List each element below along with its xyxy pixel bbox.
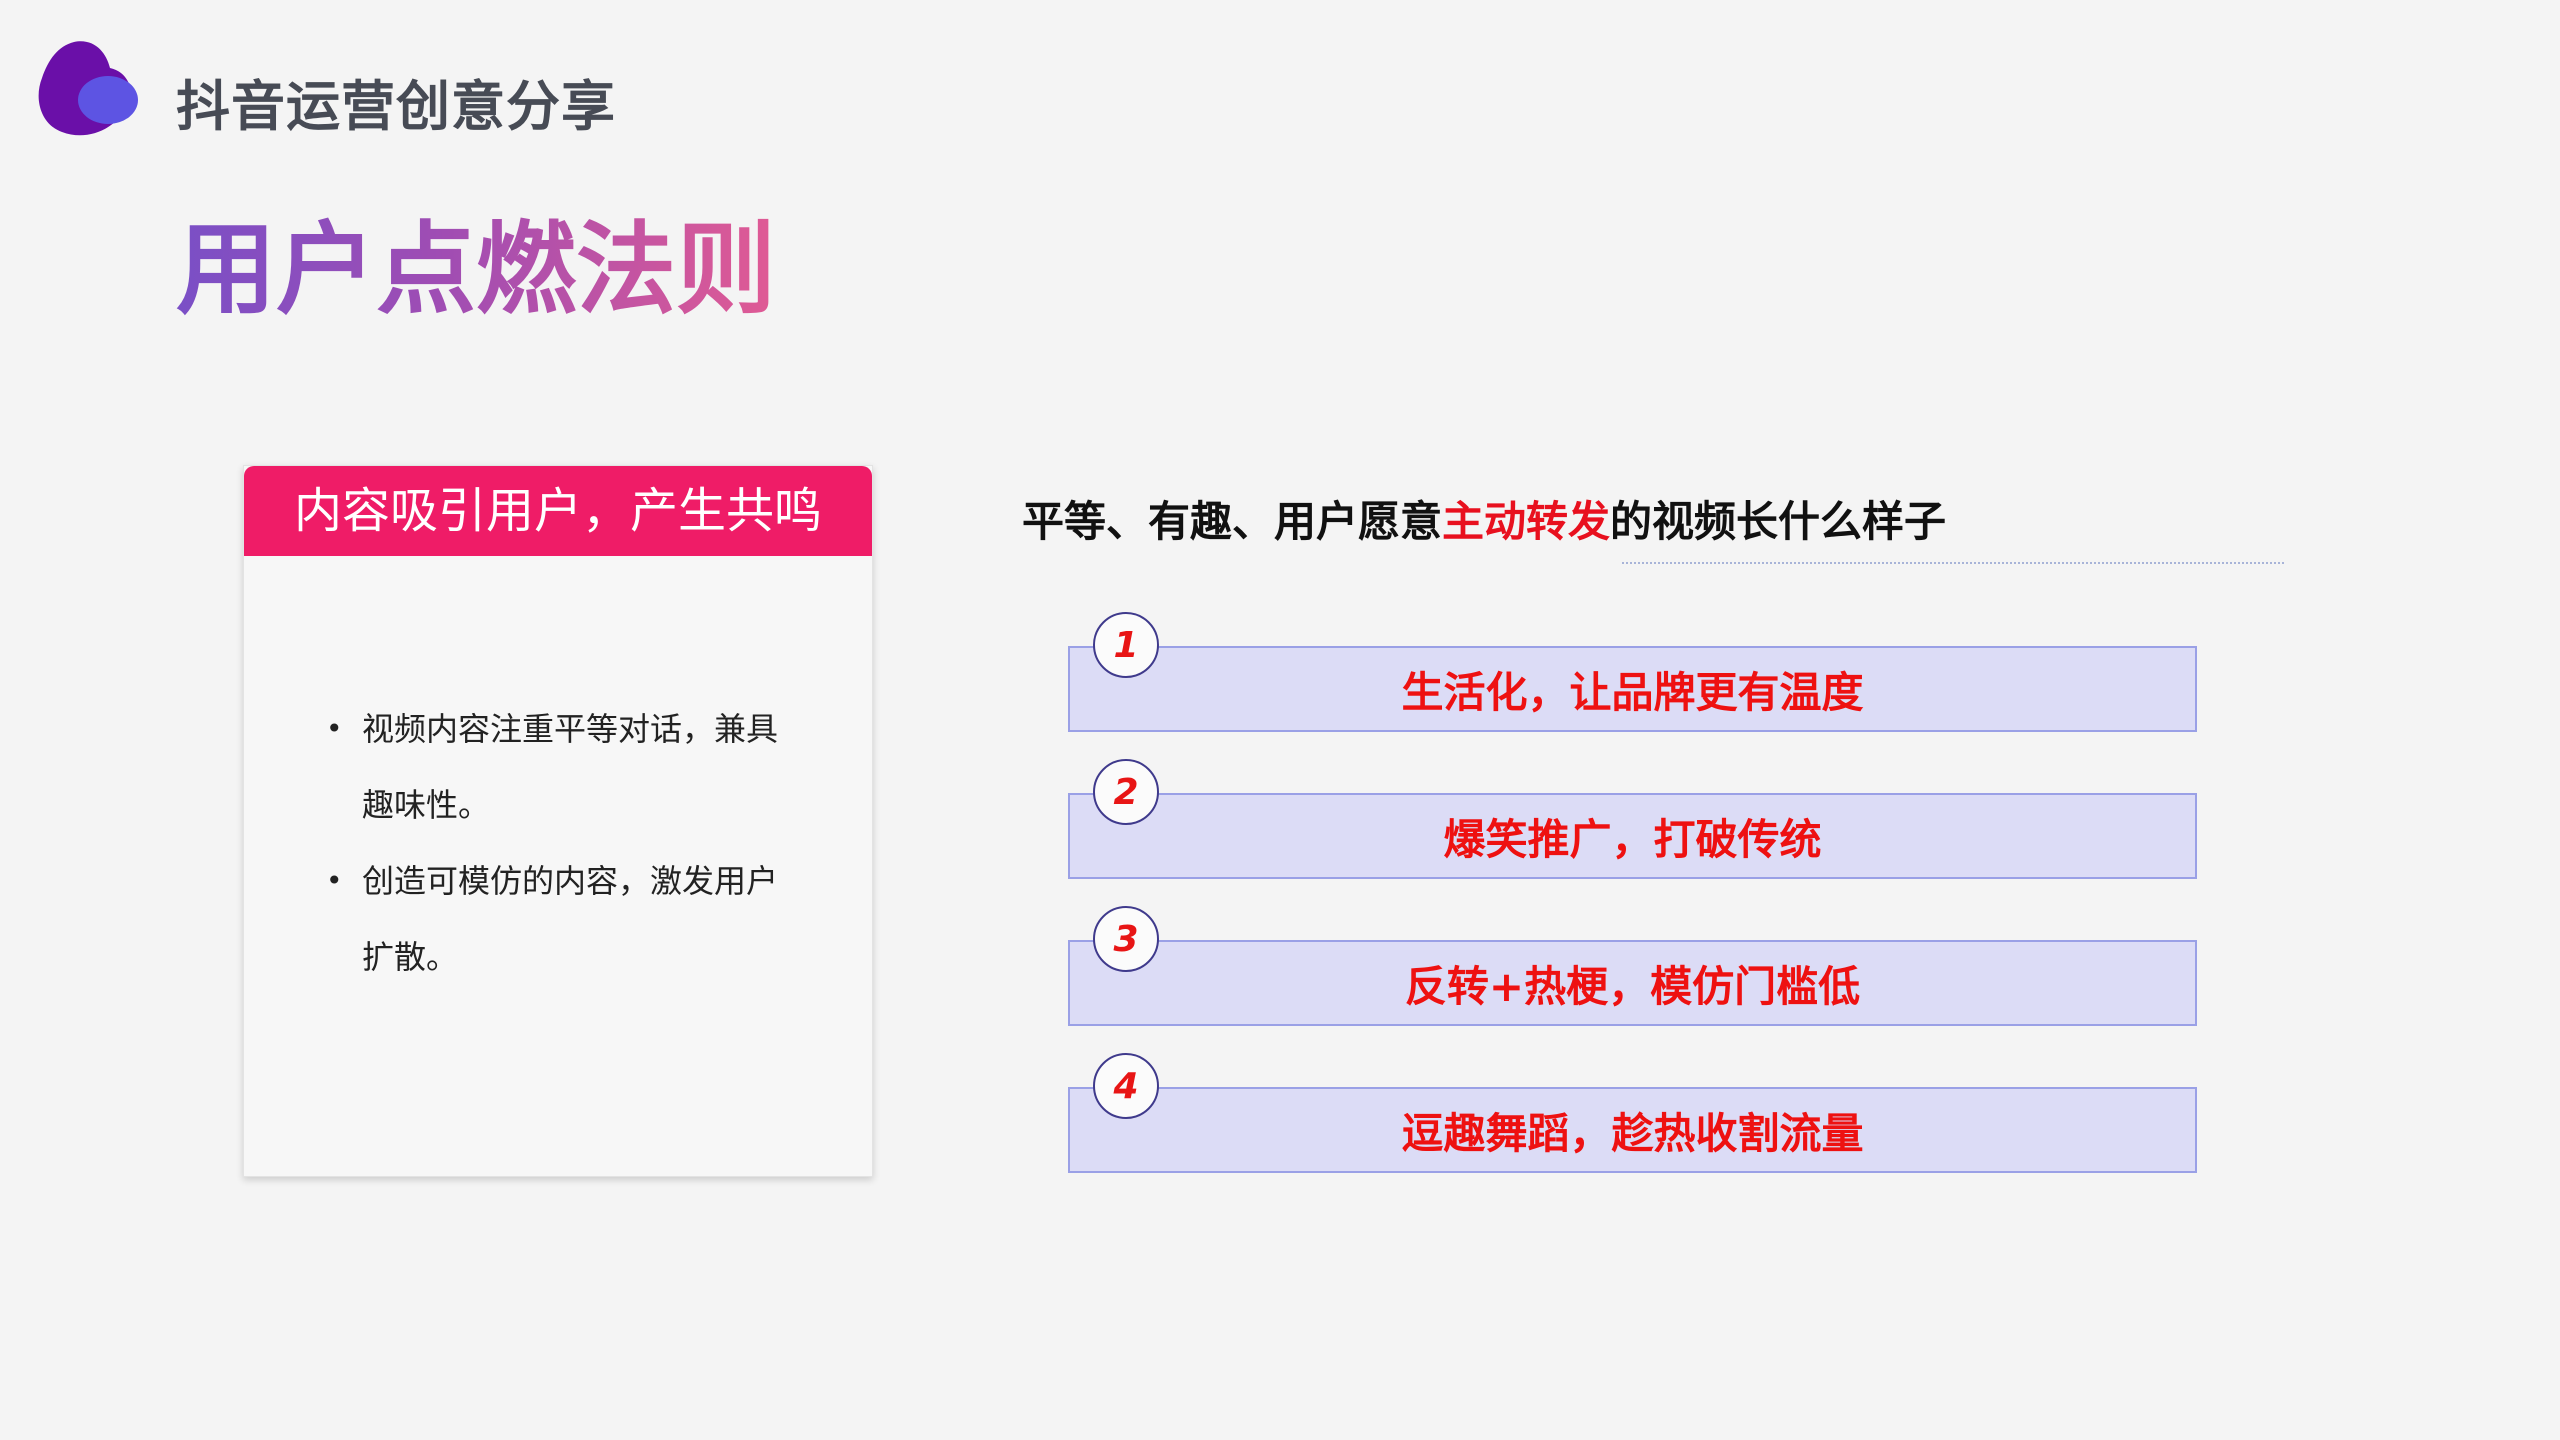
number-badge: 3 [1093, 906, 1159, 972]
bullet-list: • 视频内容注重平等对话，兼具 趣味性。 • 创造可模仿的内容，激发用户 扩散。 [326, 691, 816, 995]
list-item: 生活化，让品牌更有温度 [1068, 646, 2197, 732]
bullet-text-cont: 扩散。 [362, 938, 459, 976]
page-title: 用户点燃法则 [176, 208, 776, 332]
number-badge: 4 [1093, 1053, 1159, 1119]
item-label: 逗趣舞蹈，趁热收割流量 [1401, 1108, 1864, 1158]
number-badge: 2 [1093, 759, 1159, 825]
bullet-text: 创造可模仿的内容，激发用户 [362, 862, 779, 900]
bullet-icon: • [326, 864, 343, 897]
list-item: 逗趣舞蹈，趁热收割流量 [1068, 1087, 2197, 1173]
bullet-text: 视频内容注重平等对话，兼具 [362, 710, 779, 748]
section-subtitle: 平等、有趣、用户愿意主动转发的视频长什么样子 [1022, 488, 1946, 549]
card-header: 内容吸引用户，产生共鸣 [244, 466, 872, 556]
bullet-text-cont: 趣味性。 [362, 786, 491, 824]
item-label: 生活化，让品牌更有温度 [1401, 667, 1864, 717]
info-card: 内容吸引用户，产生共鸣 • 视频内容注重平等对话，兼具 趣味性。 • 创造可模仿的内容… [243, 465, 873, 1177]
list-item: • 视频内容注重平等对话，兼具 趣味性。 [326, 691, 816, 843]
subtitle-highlight: 主动转发 [1442, 497, 1611, 546]
logo-icon [38, 41, 138, 136]
brand-title: 抖音运营创意分享 [176, 75, 616, 138]
item-label: 爆笑推广，打破传统 [1443, 814, 1822, 864]
bullet-icon: • [326, 712, 343, 745]
subtitle-text: 平等、有趣、用户愿意 [1022, 497, 1443, 546]
item-label: 反转+热梗，模仿门槛低 [1404, 961, 1861, 1011]
divider [1622, 562, 2284, 564]
list-item: 反转+热梗，模仿门槛低 [1068, 940, 2197, 1026]
number-badge: 1 [1093, 612, 1159, 678]
subtitle-text-end: 的视频长什么样子 [1610, 497, 1947, 546]
list-item: 爆笑推广，打破传统 [1068, 793, 2197, 879]
list-item: • 创造可模仿的内容，激发用户 扩散。 [326, 843, 816, 995]
